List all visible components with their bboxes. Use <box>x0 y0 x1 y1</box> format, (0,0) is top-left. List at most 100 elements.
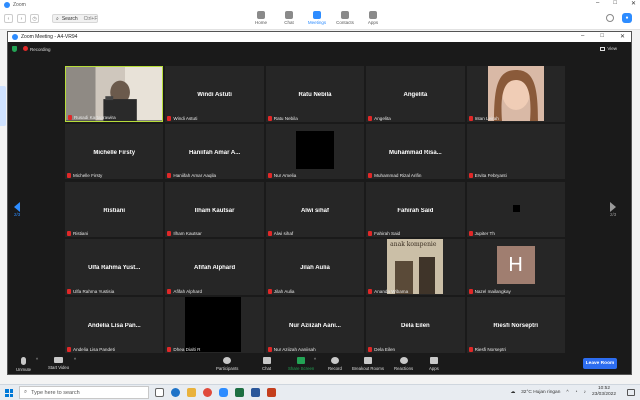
leave-room-button[interactable]: Leave Room <box>583 358 617 369</box>
participant-tile[interactable]: Riesfi Norseptri Riesfi Norseptri <box>466 297 565 353</box>
grid-view-icon <box>600 46 606 51</box>
participant-tile[interactable]: Dela Eilen Dela Eilen <box>366 297 465 353</box>
participant-name-label: Dhea Dialti R <box>167 346 200 352</box>
participant-tile[interactable]: Jilah Aulia Jilah Aulia <box>265 239 365 295</box>
minimize-icon[interactable]: – <box>581 33 584 40</box>
participant-tile[interactable]: Angelita Angelita <box>366 66 465 122</box>
chat-button[interactable]: Chat <box>262 357 271 371</box>
view-button[interactable]: View <box>600 46 617 51</box>
history-icon[interactable]: ◷ <box>30 14 39 23</box>
excel-icon[interactable] <box>235 388 244 397</box>
participant-name: Michelle Firsty <box>73 173 103 179</box>
participant-name: Ulfa Rahma Yustisia <box>73 288 115 294</box>
weather-text[interactable]: 32°C Hujan ringan <box>521 390 560 395</box>
word-icon[interactable] <box>251 388 260 397</box>
nav-contacts[interactable]: Contacts <box>336 11 354 25</box>
start-video-button[interactable]: Start Video <box>48 357 69 370</box>
apps-button[interactable]: Apps <box>429 357 439 371</box>
video-options-caret[interactable]: ^ <box>74 357 76 362</box>
reactions-button[interactable]: Reactions <box>394 357 413 371</box>
participant-tile[interactable]: anak kompenie Ananda Wibama <box>366 239 465 295</box>
participant-tile[interactable]: Michelle Firsty Michelle Firsty <box>65 123 164 180</box>
participant-tile[interactable]: Dhea Dialti R <box>165 297 264 353</box>
participant-tile[interactable]: H Nazel mailangkay <box>466 239 565 295</box>
nav-chat[interactable]: Chat <box>280 11 298 25</box>
maximize-icon[interactable]: □ <box>600 33 604 40</box>
participants-button[interactable]: 29 Participants <box>216 357 238 371</box>
participant-display-name: Ilham Kautsar <box>194 207 235 214</box>
participant-name: Jupiter Th <box>474 231 495 237</box>
participant-tile[interactable]: Haniifah Amar A... Haniifah Amar Aaqila <box>165 123 264 180</box>
participant-tile[interactable]: Andelia Lisa Pan... Andelia Lisa Pandeti <box>65 297 164 353</box>
gear-icon[interactable] <box>606 14 614 22</box>
participant-tile[interactable]: Alwi sihaf Alwi sihaf <box>265 181 365 238</box>
unmute-button[interactable]: Unmute <box>16 357 31 372</box>
participant-tile[interactable]: Ulfa Rahma Yust... Ulfa Rahma Yustisia <box>65 239 164 295</box>
participant-tile[interactable]: Ilham Kautsar Ilham Kautsar <box>165 181 264 238</box>
powerpoint-icon[interactable] <box>267 388 276 397</box>
participant-tile[interactable]: Rusadi Kartaprawira <box>65 66 164 122</box>
maximize-icon[interactable]: □ <box>613 0 617 7</box>
meeting-titlebar: Zoom Meeting - A4-VR94 – □ ✕ <box>8 32 631 42</box>
windows-start-icon[interactable] <box>5 389 13 397</box>
participant-name-label: Fahirah Said <box>368 231 400 237</box>
participant-name-label: Andelia Lisa Pandeti <box>67 346 115 352</box>
share-options-caret[interactable]: ^ <box>314 357 316 362</box>
back-icon[interactable]: ‹ <box>4 14 13 23</box>
participant-name: Angelita <box>374 115 391 121</box>
participant-tile[interactable]: Ervita Febryanti <box>466 123 565 180</box>
participant-black-square <box>185 297 242 353</box>
task-view-icon[interactable] <box>155 388 164 397</box>
shield-icon[interactable] <box>12 46 17 52</box>
close-icon[interactable]: ✕ <box>631 0 636 7</box>
participant-name: Afifah Alphard <box>173 288 202 294</box>
audio-options-caret[interactable]: ^ <box>36 357 38 362</box>
breakout-rooms-button[interactable]: Breakout Rooms <box>352 357 384 371</box>
participant-name: Windi Astuti <box>173 115 198 121</box>
system-tray: ☁ 32°C Hujan ringan ^ ◔ ♪ 10:52 23/03/20… <box>510 386 616 398</box>
taskbar-search[interactable]: ⌕ Type here to search <box>19 386 149 399</box>
participant-tile[interactable]: Jupiter Th <box>466 181 565 238</box>
record-button[interactable]: Record <box>328 357 342 371</box>
participant-name: Muhammad Rizal Arifin <box>374 173 422 179</box>
nav-meetings[interactable]: Meetings <box>308 11 326 25</box>
microphone-muted-icon <box>468 346 473 352</box>
microphone-muted-icon <box>68 114 72 120</box>
participant-name: Alwi sihaf <box>273 231 294 237</box>
notifications-icon[interactable] <box>627 389 635 396</box>
network-icon[interactable]: ◔ <box>575 390 578 395</box>
prev-page-button[interactable]: 2/3 <box>14 202 20 217</box>
participant-tile[interactable]: Fahirah Said Fahirah Said <box>366 181 465 238</box>
clock[interactable]: 10:52 23/03/2022 <box>592 386 616 398</box>
nav-apps[interactable]: Apps <box>364 11 382 25</box>
recording-indicator[interactable]: Recording <box>23 46 51 52</box>
forward-icon[interactable]: › <box>17 14 26 23</box>
tray-chevron-icon[interactable]: ^ <box>566 390 568 395</box>
participant-tile[interactable]: Ristiani Ristiani <box>65 181 164 238</box>
participant-tile[interactable]: Muhammad Risa... Muhammad Rizal Arifin <box>366 123 465 180</box>
microphone-muted-icon <box>468 115 473 121</box>
close-icon[interactable]: ✕ <box>620 33 625 40</box>
participant-tile[interactable]: Nur Aziizah Aani... Nur Aziizah Aaniisah <box>265 297 365 353</box>
client-search-box[interactable]: ⌕ Search Ctrl+F <box>52 14 98 23</box>
zoom-taskbar-icon[interactable] <box>219 388 228 397</box>
participant-tile[interactable]: Windi Astuti Windi Astuti <box>165 66 264 122</box>
participant-tile[interactable]: Nur Amelia <box>265 123 365 180</box>
participant-tile[interactable]: Afifah Alphard Afifah Alphard <box>165 239 264 295</box>
participant-name-label: Ulfa Rahma Yustisia <box>67 288 115 294</box>
next-page-button[interactable]: 2/3 <box>610 202 616 217</box>
minimize-icon[interactable]: – <box>596 0 599 7</box>
nav-home[interactable]: Home <box>252 11 270 25</box>
profile-avatar[interactable]: ● <box>622 13 632 23</box>
participant-black-square <box>295 130 334 169</box>
file-explorer-icon[interactable] <box>187 388 196 397</box>
participant-tile[interactable]: Ratu Nebila Ratu Nebila <box>265 66 365 122</box>
share-screen-button[interactable]: Share Screen <box>288 357 314 371</box>
chrome-icon[interactable] <box>203 388 212 397</box>
meeting-window: Zoom Meeting - A4-VR94 – □ ✕ Recording V… <box>7 31 632 375</box>
microphone-muted-icon <box>468 288 473 294</box>
edge-icon[interactable] <box>171 388 180 397</box>
participant-tile[interactable]: Intan Leirah <box>466 66 565 122</box>
microphone-muted-icon <box>67 288 71 294</box>
volume-icon[interactable]: ♪ <box>584 390 586 395</box>
